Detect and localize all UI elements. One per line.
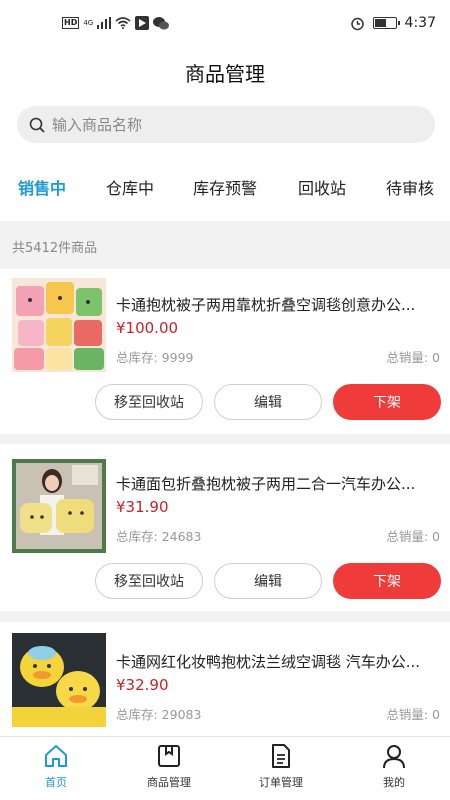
take-down-button[interactable]: 下架 [333, 384, 441, 420]
product-card[interactable]: 卡通网红化妆鸭抱枕法兰绒空调毯 汽车办公... ¥32.90 总库存: 2908… [0, 622, 450, 736]
product-sales: 总销量: 0 [386, 350, 440, 365]
wechat-icon [153, 16, 170, 29]
hd-indicator: HD [62, 17, 80, 29]
status-tabs: 销售中 仓库中 库存预警 回收站 待审核 [0, 157, 450, 221]
app-notification-icon [135, 16, 150, 30]
product-card[interactable]: 卡通面包折叠抱枕被子两用二合一汽车办公... ¥31.90 总库存: 24683… [0, 444, 450, 611]
product-title: 卡通网红化妆鸭抱枕法兰绒空调毯 汽车办公... [116, 653, 421, 671]
document-icon [272, 744, 290, 768]
edit-button[interactable]: 编辑 [214, 384, 322, 420]
status-left: HD 4G [62, 16, 170, 30]
nav-home-label: 首页 [45, 776, 67, 789]
product-stock: 总库存: 29083 [116, 707, 202, 722]
tab-stock-alert[interactable]: 库存预警 [193, 175, 257, 199]
nav-order-management-label: 订单管理 [259, 776, 303, 789]
product-card[interactable]: 卡通抱枕被子两用靠枕折叠空调毯创意办公... ¥100.00 总库存: 9999… [0, 269, 450, 434]
product-image [12, 278, 106, 372]
nav-mine-label: 我的 [383, 776, 405, 789]
tab-warehouse[interactable]: 仓库中 [106, 175, 154, 199]
status-right: 4:37 [350, 15, 436, 31]
product-title: 卡通抱枕被子两用靠枕折叠空调毯创意办公... [116, 296, 416, 314]
search-input[interactable] [52, 115, 412, 134]
search-bar[interactable] [17, 106, 435, 143]
home-icon [45, 745, 67, 767]
product-sales: 总销量: 0 [386, 707, 440, 722]
battery-icon [372, 17, 400, 29]
search-section [0, 95, 450, 157]
wifi-icon [115, 17, 131, 29]
signal-icon [97, 17, 112, 29]
nav-product-management-label: 商品管理 [147, 776, 191, 789]
bottom-nav: 首页 商品管理 订单管理 我的 [0, 736, 450, 800]
network-type: 4G [83, 19, 94, 27]
take-down-button[interactable]: 下架 [333, 563, 441, 599]
nav-order-management[interactable]: 订单管理 [236, 743, 326, 790]
alarm-icon [350, 17, 364, 30]
tab-on-sale[interactable]: 销售中 [18, 175, 66, 199]
move-to-recycle-button[interactable]: 移至回收站 [95, 384, 203, 420]
tab-recycle-bin[interactable]: 回收站 [298, 175, 346, 199]
product-price: ¥100.00 [116, 319, 179, 337]
edit-button[interactable]: 编辑 [214, 563, 322, 599]
page-title: 商品管理 [185, 62, 265, 86]
product-image [12, 459, 106, 553]
product-title: 卡通面包折叠抱枕被子两用二合一汽车办公... [116, 475, 416, 493]
user-icon [383, 745, 405, 769]
product-sales: 总销量: 0 [386, 529, 440, 544]
move-to-recycle-button[interactable]: 移至回收站 [95, 563, 203, 599]
nav-home[interactable]: 首页 [11, 743, 101, 790]
clock: 4:37 [404, 15, 436, 31]
product-image [12, 633, 106, 727]
search-icon [29, 117, 45, 133]
product-price: ¥32.90 [116, 676, 169, 694]
product-stock: 总库存: 9999 [116, 350, 194, 365]
box-icon [158, 745, 180, 767]
product-stock: 总库存: 24683 [116, 529, 202, 544]
product-count-bar: 共5412件商品 [0, 221, 450, 269]
nav-mine[interactable]: 我的 [349, 743, 439, 790]
tab-pending-review[interactable]: 待审核 [386, 175, 434, 199]
product-price: ¥31.90 [116, 498, 169, 516]
header: 商品管理 [0, 50, 450, 95]
nav-product-management[interactable]: 商品管理 [124, 743, 214, 790]
product-count: 共5412件商品 [12, 241, 98, 256]
status-bar: HD 4G 4:37 [0, 0, 450, 50]
